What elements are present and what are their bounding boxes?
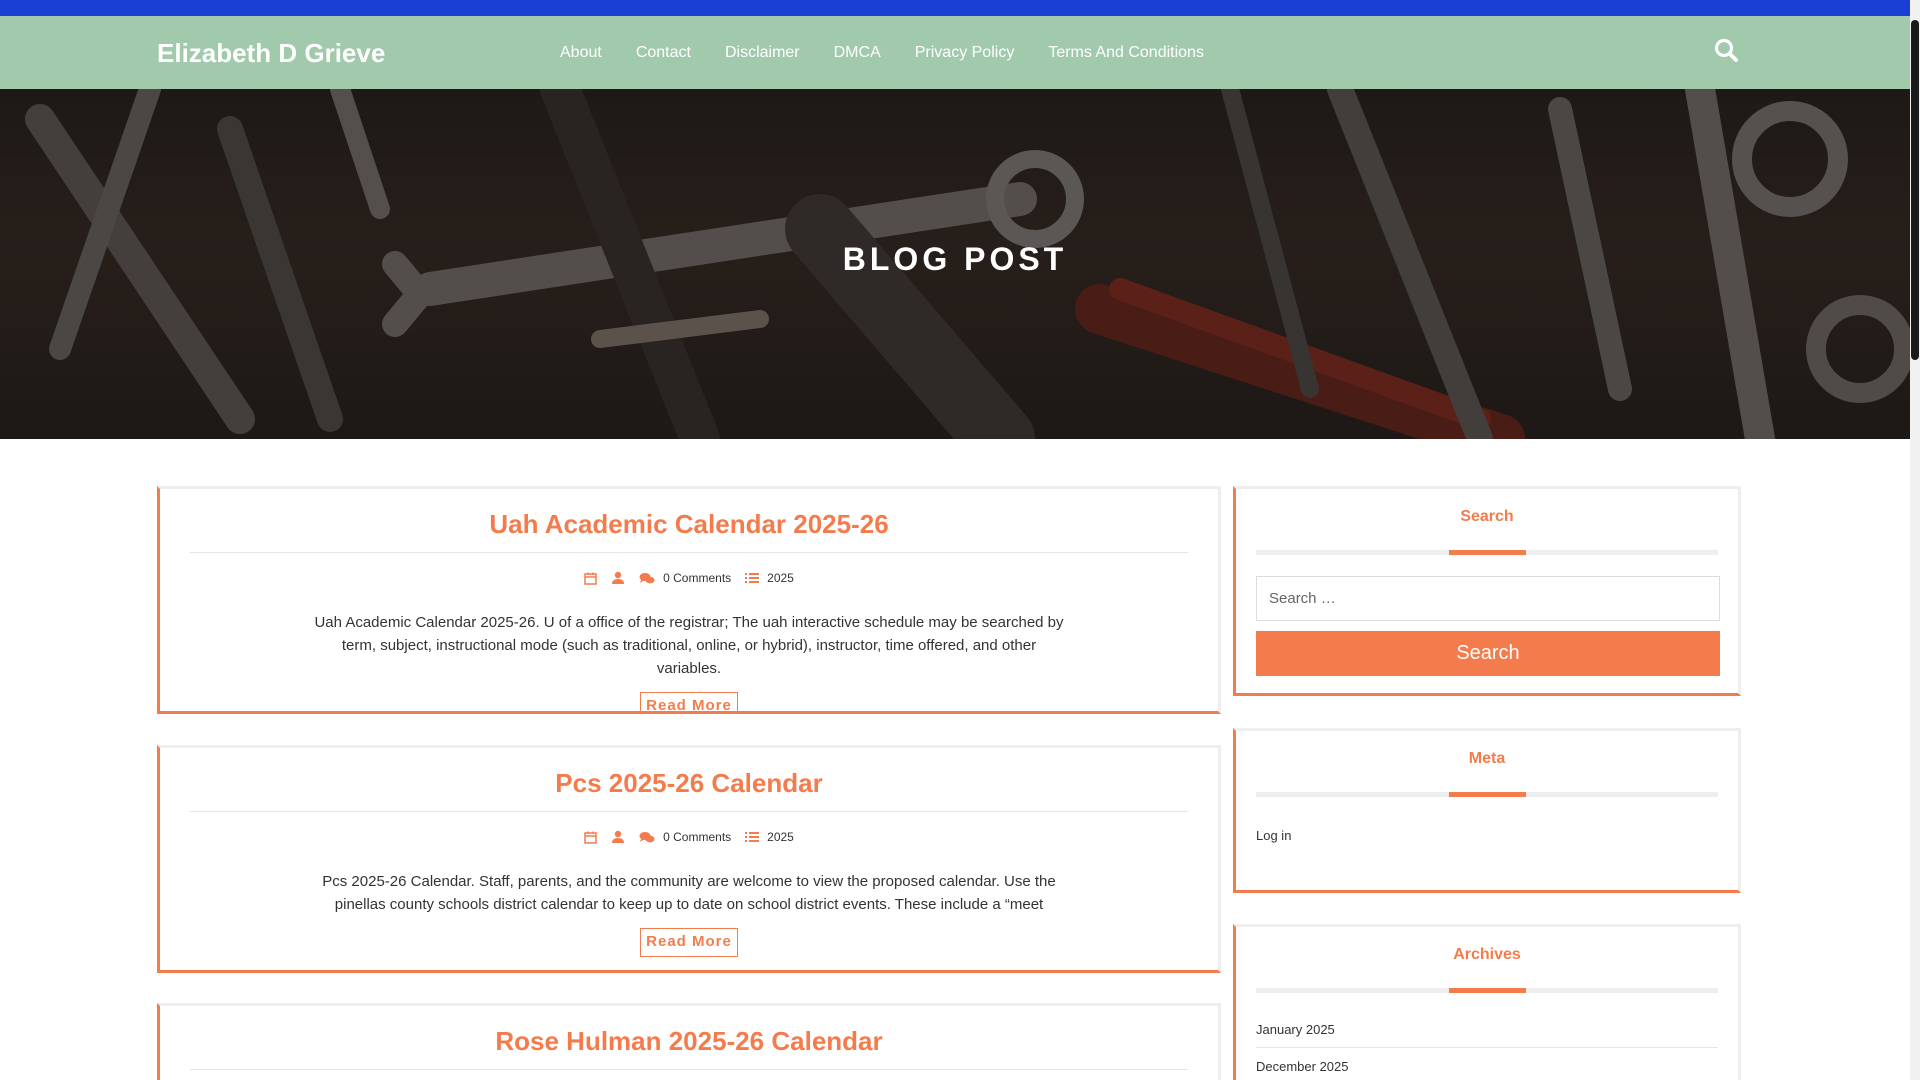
archives-list: January 2025 December 2025: [1236, 1011, 1738, 1080]
comments-icon: [639, 831, 655, 842]
list-icon: [745, 832, 760, 842]
post-date[interactable]: [584, 831, 597, 844]
post-comments[interactable]: 0 Comments: [639, 830, 731, 844]
post-date[interactable]: [584, 572, 597, 585]
nav-privacy-policy[interactable]: Privacy Policy: [915, 44, 1015, 62]
post-divider: [190, 811, 1188, 812]
nav-contact[interactable]: Contact: [636, 44, 691, 62]
post-comments[interactable]: 0 Comments: [639, 571, 731, 585]
widget-title-underline: [1256, 792, 1718, 797]
widget-title: Archives: [1453, 946, 1521, 963]
widget-title-underline: [1256, 550, 1718, 555]
widget-title-underline: [1256, 988, 1718, 993]
post-excerpt: Uah Academic Calendar 2025-26. U of a of…: [314, 614, 1064, 677]
post-excerpt: Pcs 2025-26 Calendar. Staff, parents, an…: [322, 873, 1056, 913]
post-card: Uah Academic Calendar 2025-26 0 Comments…: [157, 486, 1221, 714]
hero-banner: BLOG POST: [0, 89, 1910, 439]
comments-icon: [639, 572, 655, 583]
post-meta: 0 Comments 2025: [160, 830, 1218, 844]
sidebar-search-button[interactable]: Search: [1256, 631, 1720, 676]
search-widget: Search Search: [1233, 486, 1741, 696]
post-card: Pcs 2025-26 Calendar 0 Comments 2025 Pcs…: [157, 745, 1221, 973]
post-comments-count: 0 Comments: [663, 571, 732, 585]
post-divider: [190, 552, 1188, 553]
calendar-icon: [584, 831, 597, 844]
post-author[interactable]: [611, 830, 625, 844]
site-title-link[interactable]: Elizabeth D Grieve: [157, 38, 385, 69]
archive-item-january-2025[interactable]: January 2025: [1256, 1011, 1718, 1048]
scrollbar-thumb[interactable]: [1911, 20, 1919, 360]
list-icon: [745, 573, 760, 583]
post-card: Rose Hulman 2025-26 Calendar: [157, 1003, 1221, 1080]
archive-item-december-2025[interactable]: December 2025: [1256, 1048, 1718, 1080]
site-header: Elizabeth D Grieve About Contact Disclai…: [0, 16, 1910, 89]
post-title-link[interactable]: Rose Hulman 2025-26 Calendar: [160, 1026, 1218, 1057]
calendar-icon: [584, 572, 597, 585]
widget-title: Meta: [1468, 750, 1506, 767]
widget-title-accent: [1449, 988, 1526, 993]
post-author[interactable]: [611, 571, 625, 585]
widget-title-accent: [1449, 550, 1526, 555]
nav-terms-and-conditions[interactable]: Terms And Conditions: [1048, 44, 1204, 62]
widget-title-accent: [1449, 792, 1526, 797]
archives-widget: Archives January 2025 December 2025: [1233, 924, 1741, 1080]
post-title-link[interactable]: Uah Academic Calendar 2025-26: [160, 509, 1218, 540]
post-category[interactable]: 2025: [745, 571, 794, 585]
hero-title: BLOG POST: [842, 241, 1068, 277]
post-meta: 0 Comments 2025: [160, 571, 1218, 585]
nav-about[interactable]: About: [560, 44, 602, 62]
user-icon: [612, 571, 625, 584]
user-icon: [612, 830, 625, 843]
post-category[interactable]: 2025: [745, 830, 794, 844]
post-comments-count: 0 Comments: [663, 830, 732, 844]
page: Elizabeth D Grieve About Contact Disclai…: [0, 0, 1920, 1080]
meta-log-in-link[interactable]: Log in: [1256, 828, 1718, 843]
meta-widget: Meta Log in: [1233, 728, 1741, 893]
nav-dmca[interactable]: DMCA: [834, 44, 881, 62]
widget-title: Search: [1460, 508, 1514, 525]
search-icon[interactable]: [1712, 36, 1742, 66]
read-more-button[interactable]: Read More: [640, 928, 738, 957]
sidebar-search-input[interactable]: [1256, 576, 1720, 621]
nav-disclaimer[interactable]: Disclaimer: [725, 44, 800, 62]
main-nav: About Contact Disclaimer DMCA Privacy Po…: [560, 16, 1238, 89]
post-category-label: 2025: [767, 571, 794, 585]
read-more-button[interactable]: Read More: [640, 692, 738, 711]
post-category-label: 2025: [767, 830, 794, 844]
top-accent-bar: [0, 0, 1910, 16]
post-title-link[interactable]: Pcs 2025-26 Calendar: [160, 768, 1218, 799]
post-divider: [190, 1069, 1188, 1070]
